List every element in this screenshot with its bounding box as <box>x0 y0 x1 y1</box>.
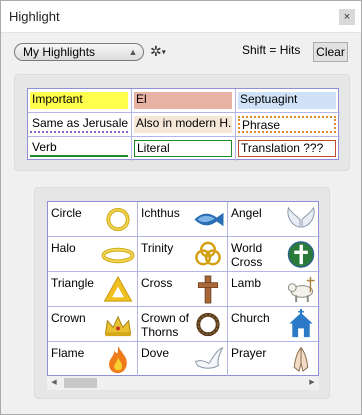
symbol-item[interactable]: Triangle <box>48 272 138 307</box>
scrollbar-thumb[interactable] <box>64 378 97 388</box>
shift-hint: Shift = Hits <box>242 43 301 57</box>
symbol-label: Flame <box>51 346 85 360</box>
praying-hands-icon <box>293 346 309 372</box>
symbol-item[interactable]: Trinity <box>138 237 228 272</box>
symbol-item[interactable]: Ichthus <box>138 202 228 237</box>
dropdown-value: My Highlights <box>23 45 96 59</box>
symbol-label: Ichthus <box>141 206 180 220</box>
symbol-item[interactable]: Lamb <box>228 272 320 307</box>
triangle-icon <box>103 275 133 302</box>
highlight-set-dropdown[interactable]: My Highlights ▲ <box>14 43 144 61</box>
symbols-grid: Circle Ichthus Angel Halo Trinity World Cross… <box>47 201 320 377</box>
crown-of-thorns-icon <box>196 312 220 337</box>
chevron-down-icon: ▲ <box>128 47 138 57</box>
trinity-knot-icon <box>195 241 221 266</box>
flame-icon <box>109 345 127 374</box>
dove-icon <box>194 347 224 369</box>
horizontal-scrollbar[interactable]: ◀ ▶ <box>47 376 319 390</box>
caret-down-icon: ▾ <box>161 47 166 57</box>
settings-menu-button[interactable]: ✲▾ <box>150 42 170 60</box>
angel-wings-icon <box>287 206 315 228</box>
symbol-item[interactable]: Flame <box>48 342 138 377</box>
scroll-right-icon[interactable]: ▶ <box>305 376 319 390</box>
symbol-item[interactable]: Halo <box>48 237 138 272</box>
highlight-style-item[interactable]: Literal <box>132 137 236 161</box>
symbol-label: Angel <box>231 206 262 220</box>
highlight-style-label: Translation ??? <box>238 140 336 157</box>
ichthus-fish-icon <box>194 212 224 227</box>
scroll-left-icon[interactable]: ◀ <box>47 376 61 390</box>
wooden-cross-icon <box>197 275 219 304</box>
symbol-label: Halo <box>51 241 76 255</box>
symbol-item[interactable]: World Cross <box>228 237 320 272</box>
highlight-style-item[interactable]: El <box>132 89 236 113</box>
highlights-panel: Important El Septuagint Same as Jerusalem Al… <box>14 74 350 171</box>
symbol-item[interactable]: Church <box>228 307 320 342</box>
toolbar: My Highlights ▲ ✲▾ Shift = Hits Clear <box>1 33 361 69</box>
symbol-item[interactable]: Prayer <box>228 342 320 377</box>
clear-button[interactable]: Clear <box>313 42 348 62</box>
highlight-style-item[interactable]: Phrase <box>236 113 340 137</box>
symbol-item[interactable]: Cross <box>138 272 228 307</box>
highlight-style-label: Same as Jerusalem <box>30 116 128 133</box>
highlight-style-item[interactable]: Translation ??? <box>236 137 340 161</box>
highlight-style-label: Also in modern H... <box>134 116 232 133</box>
symbol-item[interactable]: Crown <box>48 307 138 342</box>
symbol-label: Dove <box>141 346 170 360</box>
gold-ring-icon <box>106 207 130 232</box>
symbol-label: Crown of Thorns <box>141 311 190 339</box>
symbol-item[interactable]: Crown of Thorns <box>138 307 228 342</box>
highlight-style-item[interactable]: Same as Jerusalem <box>28 113 132 137</box>
crown-icon <box>104 315 132 337</box>
highlight-style-item[interactable]: Also in modern H... <box>132 113 236 137</box>
church-icon <box>289 309 313 338</box>
symbol-item[interactable]: Dove <box>138 342 228 377</box>
symbol-label: Lamb <box>231 276 262 290</box>
window-title: Highlight <box>9 9 60 24</box>
symbol-label: Triangle <box>51 276 94 290</box>
highlight-style-label: Verb <box>30 140 128 157</box>
highlight-style-label: Important <box>30 92 128 109</box>
symbol-label: World Cross <box>231 241 263 269</box>
symbol-label: Circle <box>51 206 82 220</box>
highlight-style-label: Septuagint <box>238 92 336 109</box>
symbol-label: Church <box>231 311 270 325</box>
highlight-style-label: Phrase <box>238 116 336 133</box>
halo-icon <box>101 247 135 264</box>
highlight-style-label: Literal <box>134 140 232 157</box>
symbol-item[interactable]: Angel <box>228 202 320 237</box>
highlights-grid: Important El Septuagint Same as Jerusalem Al… <box>27 88 340 161</box>
title-bar: Highlight × <box>1 1 361 33</box>
highlight-style-item[interactable]: Important <box>28 89 132 113</box>
lamb-icon <box>287 276 315 303</box>
close-button[interactable]: × <box>339 9 355 25</box>
symbols-panel: Circle Ichthus Angel Halo Trinity World Cross… <box>34 187 330 399</box>
symbol-item[interactable]: Circle <box>48 202 138 237</box>
highlight-style-item[interactable]: Septuagint <box>236 89 340 113</box>
highlight-window: Highlight × My Highlights ▲ ✲▾ Shift = H… <box>0 0 362 415</box>
symbol-label: Crown <box>51 311 86 325</box>
symbol-label: Cross <box>141 276 173 290</box>
highlight-style-label: El <box>134 92 232 109</box>
globe-cross-icon <box>287 241 315 268</box>
symbol-label: Trinity <box>141 241 174 255</box>
symbol-label: Prayer <box>231 346 267 360</box>
highlight-style-item[interactable]: Verb <box>28 137 132 161</box>
gear-icon: ✲ <box>150 43 162 59</box>
